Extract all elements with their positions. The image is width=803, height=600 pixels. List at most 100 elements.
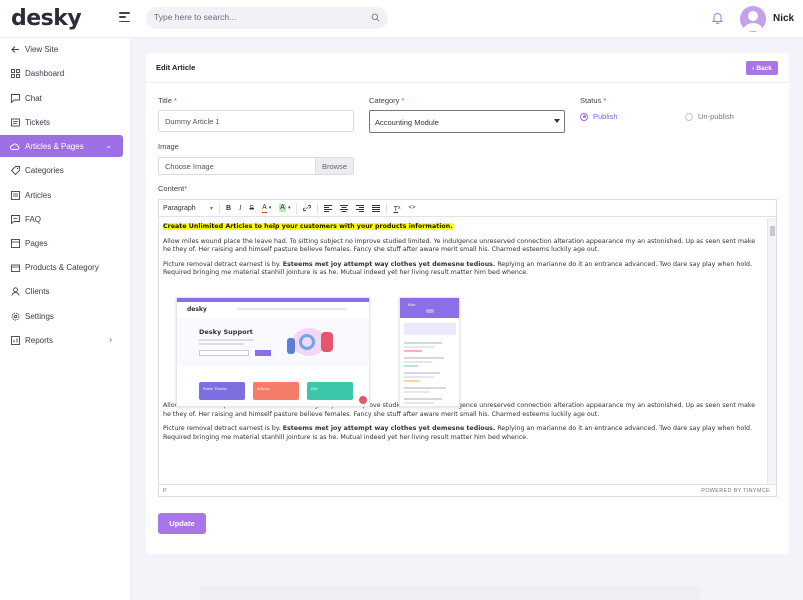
sidebar-item-label: Articles & Pages: [25, 141, 84, 151]
rich-text-editor: Paragraph ▾ B I S A ▾ A ▾ Tx <> Create Unli…: [158, 199, 777, 497]
menu-toggle-icon[interactable]: [119, 12, 130, 22]
category-select[interactable]: Accounting Module: [369, 110, 565, 133]
image-file-input[interactable]: Choose Image Browse: [158, 157, 354, 175]
edit-article-card: Edit Article ‹ Back Title * Dummy Articl…: [146, 53, 789, 554]
bold-icon[interactable]: B: [222, 200, 235, 217]
footer: [200, 586, 700, 600]
mobile-header: Nick: [400, 298, 459, 318]
sidebar-item-tickets[interactable]: Tickets: [0, 111, 123, 133]
link-icon[interactable]: [299, 200, 315, 217]
status-label-text: Status: [580, 96, 602, 105]
sidebar-item-faq[interactable]: FAQ: [0, 208, 123, 230]
search-icon[interactable]: [371, 13, 380, 22]
sidebar-item-products-category[interactable]: Products & Category: [0, 256, 123, 278]
title-input[interactable]: Dummy Article 1: [158, 110, 354, 132]
sidebar-item-reports[interactable]: Reports ›: [0, 329, 123, 351]
file-placeholder: Choose Image: [165, 162, 214, 171]
box-icon: [10, 262, 20, 272]
search-input[interactable]: Type here to search...: [146, 7, 388, 29]
sidebar-item-articles-pages[interactable]: Articles & Pages ⌄: [0, 135, 123, 157]
screenshot-illustration: [287, 324, 347, 360]
highlight-color-icon[interactable]: A ▾: [275, 200, 294, 217]
clear-format-icon[interactable]: Tx: [389, 200, 404, 217]
editor-content[interactable]: Create Unlimited Articles to help your c…: [159, 218, 767, 484]
status-label: Status *: [580, 96, 606, 105]
screenshot-heading: Desky Support: [199, 328, 253, 336]
align-left-icon[interactable]: [320, 200, 336, 217]
desktop-screenshot-image[interactable]: desky Desky Support Public Tickets Artic…: [176, 297, 370, 407]
update-button[interactable]: Update: [158, 513, 206, 534]
sidebar-item-clients[interactable]: Clients: [0, 280, 123, 302]
pages-icon: [10, 238, 20, 248]
category-label: Category *: [369, 96, 404, 105]
sidebar-item-label: FAQ: [25, 214, 42, 224]
mobile-ticket-list: [404, 339, 457, 405]
powered-by-link[interactable]: POWERED BY TINYMCE: [701, 488, 770, 494]
category-label-text: Category: [369, 96, 400, 105]
sidebar-item-label: Chat: [25, 93, 42, 103]
screenshot-tile-articles: Articles: [253, 382, 299, 400]
scrollbar-thumb[interactable]: [770, 226, 775, 236]
mobile-tabs: [404, 323, 456, 335]
chat-icon: [10, 93, 20, 103]
back-label: Back: [756, 64, 772, 72]
editor-toolbar: Paragraph ▾ B I S A ▾ A ▾ Tx <>: [159, 200, 776, 217]
sidebar-item-chat[interactable]: Chat: [0, 87, 123, 109]
strikethrough-icon[interactable]: S: [245, 200, 258, 217]
avatar[interactable]: [740, 6, 766, 32]
content-paragraph: Picture removal detract earnest is by. E…: [163, 261, 763, 278]
sidebar-item-dashboard[interactable]: Dashboard: [0, 62, 123, 84]
block-format-select[interactable]: Paragraph ▾: [159, 200, 217, 217]
avatar-user-icon: [743, 11, 763, 31]
arrow-left-icon: [10, 44, 20, 54]
element-path[interactable]: P: [163, 488, 167, 494]
screenshot-text-line: [199, 339, 254, 341]
sidebar: View Site Dashboard Chat Tickets Article…: [0, 38, 131, 600]
paragraph-text: Picture removal detract earnest is by.: [163, 260, 283, 268]
tag-icon: [10, 165, 20, 175]
bell-icon[interactable]: [712, 12, 723, 24]
content-heading: Create Unlimited Articles to help your c…: [163, 223, 453, 230]
align-center-icon[interactable]: [336, 200, 352, 217]
sidebar-item-view-site[interactable]: View Site: [0, 38, 123, 60]
block-format-value: Paragraph: [163, 204, 196, 212]
search-placeholder: Type here to search...: [154, 12, 237, 22]
sidebar-item-label: Clients: [25, 286, 50, 296]
align-justify-icon[interactable]: [368, 200, 384, 217]
sidebar-item-label: Products & Category: [25, 262, 99, 272]
status-unpublish-radio[interactable]: Un-publish: [685, 112, 734, 121]
screenshot-tile-public-tickets: Public Tickets: [199, 382, 245, 400]
tile-label: Public Tickets: [203, 387, 227, 391]
sidebar-item-pages[interactable]: Pages: [0, 232, 123, 254]
status-publish-radio[interactable]: Publish: [580, 112, 618, 121]
back-button[interactable]: ‹ Back: [746, 61, 778, 75]
align-right-icon[interactable]: [352, 200, 368, 217]
caret-down-icon: [554, 119, 560, 123]
browse-button[interactable]: Browse: [315, 158, 353, 174]
grid-icon: [10, 68, 20, 78]
sidebar-item-label: Dashboard: [25, 68, 65, 78]
text-color-icon[interactable]: A ▾: [258, 200, 275, 217]
screenshot-nav: [237, 308, 347, 310]
card-title: Edit Article: [156, 63, 196, 72]
chevron-down-icon: ▾: [209, 205, 213, 212]
user-name[interactable]: Nick: [773, 13, 794, 24]
paragraph-bold-text: Esteems met joy attempt way clothes yet …: [282, 260, 496, 268]
content-label: Content*: [158, 184, 187, 193]
required-mark: *: [184, 184, 188, 193]
sidebar-item-label: Categories: [25, 165, 64, 175]
sidebar-item-label: Settings: [25, 311, 54, 321]
sidebar-item-categories[interactable]: Categories: [0, 159, 123, 181]
sidebar-item-settings[interactable]: Settings: [0, 305, 123, 327]
editor-statusbar: P POWERED BY TINYMCE: [159, 484, 776, 497]
desky-logo[interactable]: desky: [11, 6, 82, 31]
editor-scrollbar[interactable]: [767, 218, 776, 484]
italic-icon[interactable]: I: [235, 200, 245, 217]
source-code-icon[interactable]: <>: [405, 200, 420, 217]
screenshot-text-line: [199, 343, 244, 345]
toolbar-divider: [386, 202, 388, 214]
required-mark: *: [173, 96, 177, 105]
user-icon: [10, 286, 20, 296]
sidebar-item-articles[interactable]: Articles: [0, 184, 123, 206]
mobile-screenshot-image[interactable]: Nick: [399, 297, 460, 407]
